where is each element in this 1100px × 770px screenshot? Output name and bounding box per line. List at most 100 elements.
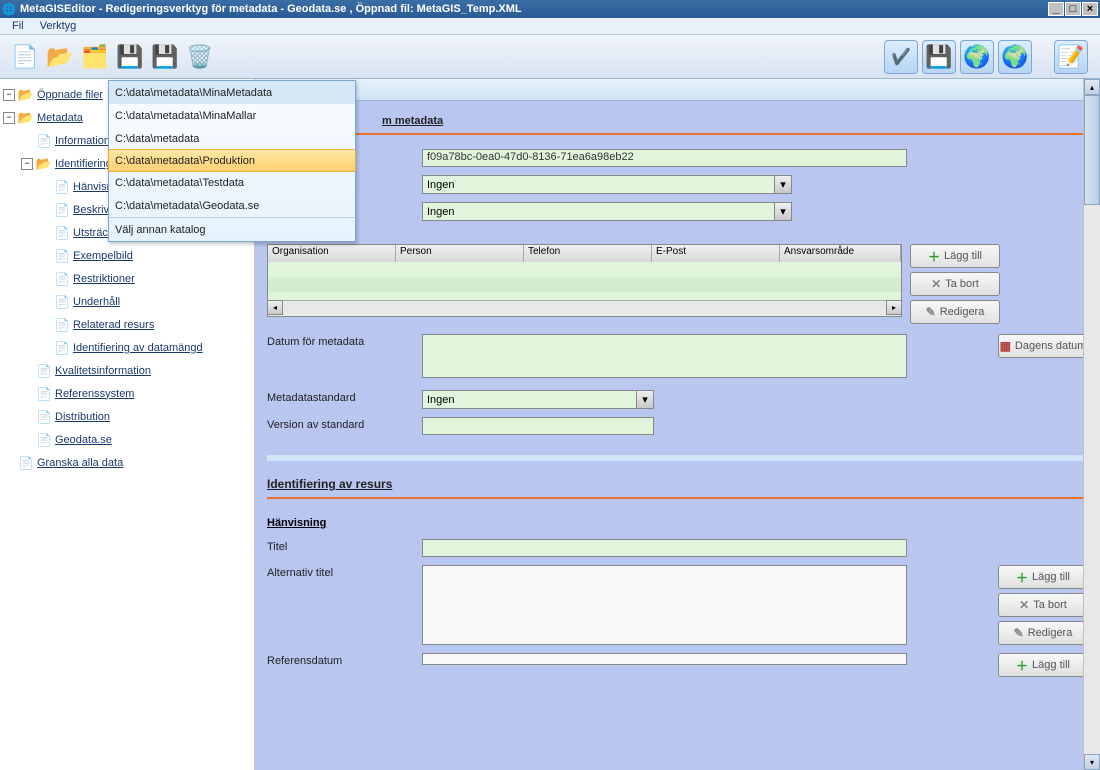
toolbar-new[interactable]: 📄 xyxy=(8,40,42,74)
tree-opened-files[interactable]: Öppnade filer xyxy=(37,89,103,101)
date-field[interactable] xyxy=(422,334,907,378)
scroll-down-button[interactable]: ▾ xyxy=(1084,754,1100,770)
chevron-down-icon[interactable]: ▾ xyxy=(636,391,653,408)
tree-refsys[interactable]: Referenssystem xyxy=(55,388,134,400)
scroll-thumb[interactable] xyxy=(1084,95,1100,205)
guid-field[interactable]: f09a78bc-0ea0-47d0-8136-71ea6a98eb22 xyxy=(422,149,907,167)
tree-ident-data[interactable]: Identifiering av datamängd xyxy=(73,342,203,354)
minimize-button[interactable]: _ xyxy=(1048,2,1064,16)
tree-granska[interactable]: Granska alla data xyxy=(37,457,123,469)
chevron-down-icon[interactable]: ▾ xyxy=(774,203,791,220)
save-disk-icon: 💾 xyxy=(925,44,952,70)
new-file-icon: 📄 xyxy=(11,44,38,70)
recent-paths-dropdown[interactable]: C:\data\metadata\MinaMetadata C:\data\me… xyxy=(108,80,356,242)
toolbar-open[interactable]: 📂 xyxy=(43,40,77,74)
contact-label: Metadatakontakt xyxy=(267,229,1088,241)
tree-distr[interactable]: Distribution xyxy=(55,411,110,423)
menu-tools[interactable]: Verktyg xyxy=(32,19,85,33)
toolbar-xml-validate[interactable]: ✔️ xyxy=(884,40,918,74)
pencil-icon: ✎ xyxy=(926,305,936,319)
lang-select[interactable]: Ingen▾ xyxy=(422,202,792,221)
edit-doc-icon: 📝 xyxy=(1057,44,1084,70)
file-icon xyxy=(36,432,52,448)
scroll-left-button[interactable]: ◂ xyxy=(267,300,283,315)
tree-toggle[interactable]: − xyxy=(3,89,15,101)
contact-edit-button[interactable]: ✎Redigera xyxy=(910,300,1000,324)
recent-path-item[interactable]: C:\data\metadata\MinaMallar xyxy=(109,104,355,127)
toolbar-save-as[interactable]: 💾 xyxy=(113,40,147,74)
chevron-down-icon[interactable]: ▾ xyxy=(774,176,791,193)
col-org[interactable]: Organisation xyxy=(268,245,396,262)
tree-metadata[interactable]: Metadata xyxy=(37,112,83,124)
menu-file[interactable]: Fil xyxy=(4,19,32,33)
table-body[interactable] xyxy=(268,262,901,300)
tree-relres[interactable]: Relaterad resurs xyxy=(73,319,154,331)
main-content-scroll[interactable]: m metadata f09a78bc-0ea0-47d0-8136-71ea6… xyxy=(255,79,1100,770)
refdatum-add-button[interactable]: ＋Lägg till xyxy=(998,653,1088,677)
col-tel[interactable]: Telefon xyxy=(524,245,652,262)
x-icon: ✕ xyxy=(931,277,941,291)
calendar-icon: ▦ xyxy=(1000,339,1011,353)
delete-file-icon: 🗑️ xyxy=(186,44,213,70)
titel-field[interactable] xyxy=(422,539,907,557)
recent-path-item[interactable]: C:\data\metadata xyxy=(109,127,355,150)
version-field[interactable] xyxy=(422,417,654,435)
tree-geodata[interactable]: Geodata.se xyxy=(55,434,112,446)
toolbar-save[interactable]: 💾 xyxy=(148,40,182,74)
section-divider xyxy=(267,133,1088,135)
alt-titel-field[interactable] xyxy=(422,565,907,645)
alt-titel-edit-button[interactable]: ✎Redigera xyxy=(998,621,1088,645)
tree-restr[interactable]: Restriktioner xyxy=(73,273,135,285)
col-epost[interactable]: E-Post xyxy=(652,245,780,262)
tree-toggle[interactable]: − xyxy=(3,112,15,124)
toolbar-delete[interactable]: 🗑️ xyxy=(183,40,217,74)
tree-kvalinfo[interactable]: Kvalitetsinformation xyxy=(55,365,151,377)
content-topband xyxy=(255,79,1100,101)
today-button[interactable]: ▦Dagens datum xyxy=(998,334,1088,358)
toolbar-save-disk[interactable]: 💾 xyxy=(922,40,956,74)
col-ansvar[interactable]: Ansvarsområde xyxy=(780,245,901,262)
globe-upload-icon: 🌍 xyxy=(963,44,990,70)
open-folder-icon: 📂 xyxy=(46,44,73,70)
app-icon: 🌐 xyxy=(2,2,16,16)
toolbar-globe-delete[interactable]: 🌍 xyxy=(998,40,1032,74)
toolbar-edit-doc[interactable]: 📝 xyxy=(1054,40,1088,74)
contact-table[interactable]: Organisation Person Telefon E-Post Ansva… xyxy=(267,244,902,317)
alt-titel-remove-button[interactable]: ✕Ta bort xyxy=(998,593,1088,617)
recent-path-item[interactable]: C:\data\metadata\Testdata xyxy=(109,171,355,194)
refdatum-label: Referensdatum xyxy=(267,653,422,667)
scroll-right-button[interactable]: ▸ xyxy=(886,300,902,315)
toolbar-globe-upload[interactable]: 🌍 xyxy=(960,40,994,74)
plus-icon: ＋ xyxy=(1016,569,1028,586)
contact-remove-button[interactable]: ✕Ta bort xyxy=(910,272,1000,296)
file-icon xyxy=(54,271,70,287)
toolbar-open-recent[interactable]: 🗂️ xyxy=(78,40,112,74)
tree-toggle[interactable]: − xyxy=(21,158,33,170)
recent-path-item-selected[interactable]: C:\data\metadata\Produktion xyxy=(108,149,356,172)
alt-titel-add-button[interactable]: ＋Lägg till xyxy=(998,565,1088,589)
close-button[interactable]: × xyxy=(1082,2,1098,16)
tree-exbild[interactable]: Exempelbild xyxy=(73,250,133,262)
recent-path-item[interactable]: C:\data\metadata\Geodata.se xyxy=(109,194,355,217)
save-icon: 💾 xyxy=(151,44,178,70)
file-icon xyxy=(54,248,70,264)
vertical-scrollbar[interactable]: ▴ ▾ xyxy=(1083,79,1100,770)
recent-path-item[interactable]: C:\data\metadata\MinaMetadata xyxy=(109,81,355,104)
standard-label: Metadatastandard xyxy=(267,390,422,404)
char-set-select[interactable]: Ingen▾ xyxy=(422,175,792,194)
scroll-up-button[interactable]: ▴ xyxy=(1084,79,1100,95)
col-person[interactable]: Person xyxy=(396,245,524,262)
table-hscroll[interactable]: ◂ ▸ xyxy=(268,300,901,316)
globe-delete-icon: 🌍 xyxy=(1001,44,1028,70)
refdatum-field[interactable] xyxy=(422,653,907,665)
standard-select[interactable]: Ingen▾ xyxy=(422,390,654,409)
window-titlebar: 🌐 MetaGISEditor - Redigeringsverktyg för… xyxy=(0,0,1100,18)
maximize-button[interactable]: □ xyxy=(1065,2,1081,16)
tree-underh[interactable]: Underhåll xyxy=(73,296,120,308)
date-label: Datum för metadata xyxy=(267,334,422,348)
choose-other-folder[interactable]: Välj annan katalog xyxy=(109,218,355,241)
open-recent-icon: 🗂️ xyxy=(81,44,108,70)
contact-add-button[interactable]: ＋Lägg till xyxy=(910,244,1000,268)
plus-icon: ＋ xyxy=(928,248,940,265)
alt-titel-label: Alternativ titel xyxy=(267,565,422,579)
